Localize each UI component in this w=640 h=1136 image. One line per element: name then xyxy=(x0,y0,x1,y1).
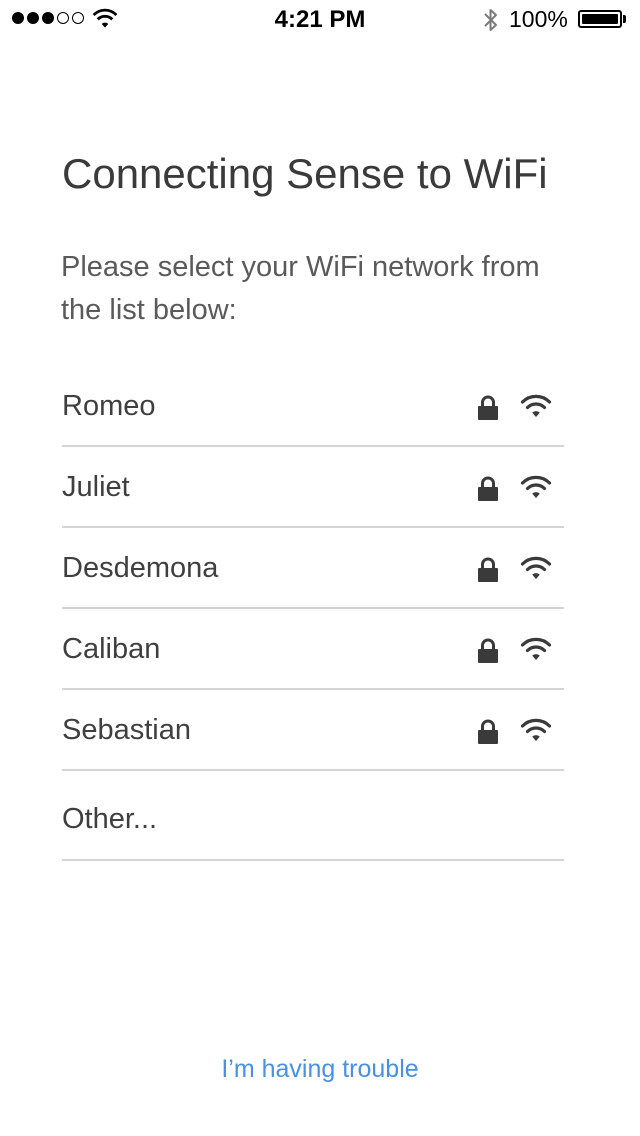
page-title: Connecting Sense to WiFi xyxy=(62,150,548,197)
battery-fill xyxy=(582,14,618,24)
lock-icon xyxy=(477,638,499,669)
wifi-signal-icon xyxy=(520,394,552,425)
battery-percent: 100% xyxy=(509,6,568,32)
page-subtitle: Please select your WiFi network from the… xyxy=(61,251,540,326)
lock-icon xyxy=(477,557,499,588)
network-row-caliban[interactable]: Caliban xyxy=(62,609,564,690)
bluetooth-icon xyxy=(482,6,500,39)
network-name: Romeo xyxy=(62,390,156,422)
network-row-desdemona[interactable]: Desdemona xyxy=(62,528,564,609)
wifi-signal-icon xyxy=(520,718,552,749)
network-name: Sebastian xyxy=(62,714,191,746)
battery-tip xyxy=(623,15,626,23)
lock-icon xyxy=(477,719,499,750)
network-row-romeo[interactable]: Romeo xyxy=(62,366,564,447)
wifi-signal-icon xyxy=(520,637,552,668)
network-name: Desdemona xyxy=(62,552,219,584)
having-trouble-link[interactable]: I’m having trouble xyxy=(0,1055,640,1084)
status-bar: 4:21 PM 100% xyxy=(0,0,640,40)
lock-icon xyxy=(477,476,499,507)
network-name: Juliet xyxy=(62,471,130,503)
battery-icon xyxy=(578,10,622,28)
other-network-label: Other... xyxy=(62,803,158,835)
network-row-sebastian[interactable]: Sebastian xyxy=(62,690,564,771)
wifi-signal-icon xyxy=(520,556,552,587)
network-row-juliet[interactable]: Juliet xyxy=(62,447,564,528)
network-row-other[interactable]: Other... xyxy=(62,771,564,861)
network-list: Romeo Juliet Desdemona Caliban Sebastian Othe… xyxy=(62,366,564,861)
wifi-signal-icon xyxy=(520,475,552,506)
network-name: Caliban xyxy=(62,633,161,665)
lock-icon xyxy=(477,395,499,426)
